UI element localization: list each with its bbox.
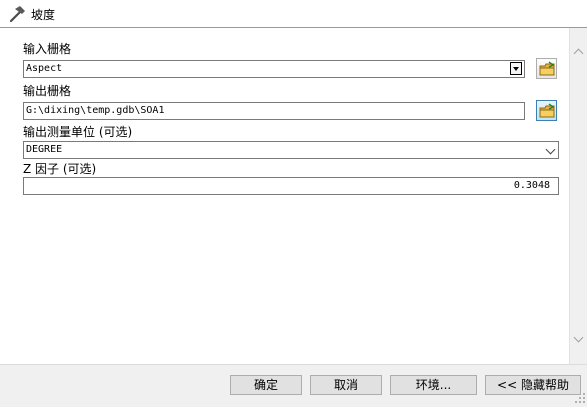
hammer-icon bbox=[8, 5, 26, 23]
title-bar: 坡度 bbox=[0, 0, 587, 28]
output-measurement-value: DEGREE bbox=[26, 144, 63, 155]
scroll-down-icon[interactable] bbox=[573, 332, 584, 343]
button-bar: 确定 取消 环境... << 隐藏帮助 bbox=[0, 364, 587, 405]
z-factor-label: Z 因子 (可选) bbox=[23, 162, 97, 176]
output-measurement-select[interactable]: DEGREE bbox=[23, 141, 559, 159]
folder-browse-icon bbox=[539, 103, 555, 118]
folder-browse-icon bbox=[539, 61, 555, 76]
cancel-button[interactable]: 取消 bbox=[310, 375, 382, 395]
scroll-up-icon[interactable] bbox=[573, 48, 584, 59]
hide-help-button[interactable]: << 隐藏帮助 bbox=[485, 375, 581, 395]
dropdown-arrow-icon[interactable] bbox=[510, 62, 522, 75]
vertical-scrollbar[interactable] bbox=[569, 28, 587, 364]
ok-button[interactable]: 确定 bbox=[230, 375, 302, 395]
tool-form: 输入栅格 Aspect 输出栅格 G:\dixing\temp.gdb\SOA1… bbox=[0, 28, 569, 364]
chevron-down-icon bbox=[545, 144, 556, 155]
window-title: 坡度 bbox=[31, 8, 56, 22]
input-raster-value: Aspect bbox=[26, 63, 63, 74]
input-raster-label: 输入栅格 bbox=[23, 42, 72, 56]
z-factor-value: 0.3048 bbox=[513, 180, 550, 191]
resize-grip-icon[interactable] bbox=[574, 392, 586, 404]
environments-button[interactable]: 环境... bbox=[390, 375, 477, 395]
input-raster-browse-button[interactable] bbox=[536, 58, 557, 79]
output-measurement-label: 输出测量单位 (可选) bbox=[23, 125, 133, 139]
output-raster-browse-button[interactable] bbox=[536, 100, 557, 121]
input-raster-combo[interactable]: Aspect bbox=[23, 60, 525, 78]
output-raster-input[interactable]: G:\dixing\temp.gdb\SOA1 bbox=[23, 102, 525, 120]
output-raster-label: 输出栅格 bbox=[23, 84, 72, 98]
z-factor-input[interactable]: 0.3048 bbox=[23, 177, 559, 195]
output-raster-value: G:\dixing\temp.gdb\SOA1 bbox=[26, 105, 165, 116]
